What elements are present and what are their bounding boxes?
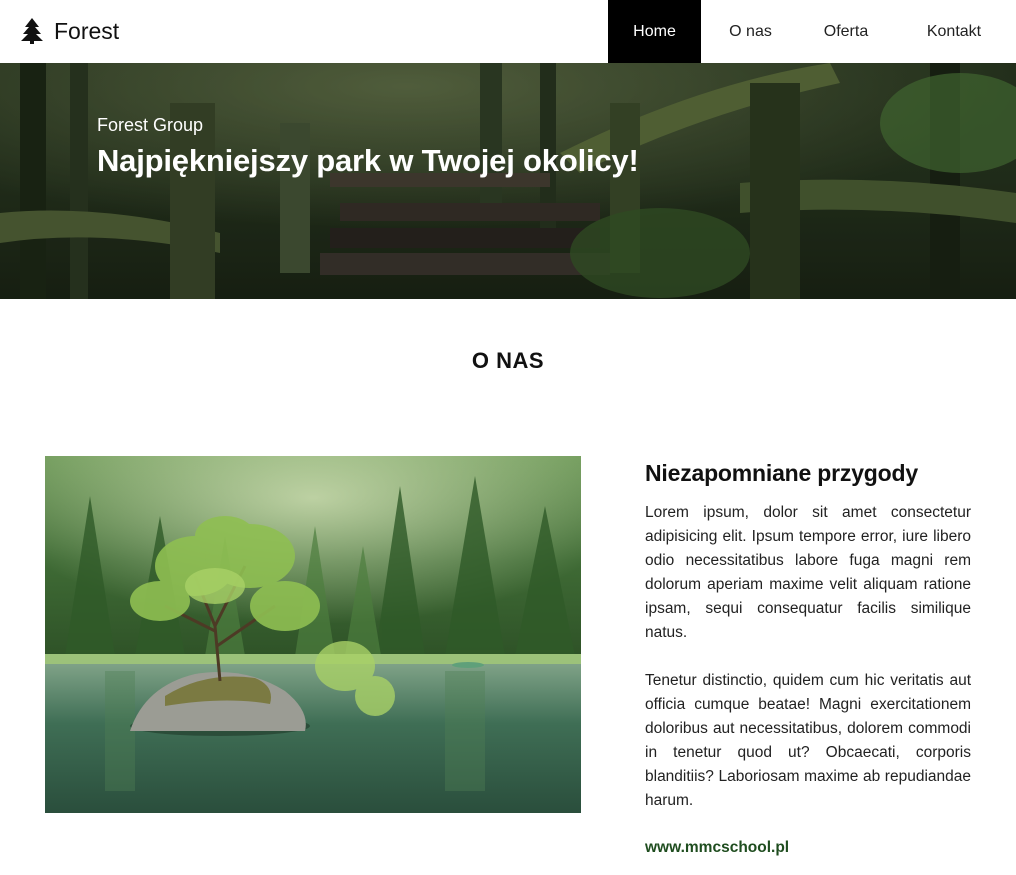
nav-home-link[interactable]: Home [608, 0, 701, 63]
about-paragraph-1: Lorem ipsum, dolor sit amet consectetur … [645, 504, 971, 641]
nav-offer-link[interactable]: Oferta [800, 0, 892, 63]
lake-island-photo [45, 456, 581, 813]
brand-logo[interactable]: Forest [20, 14, 119, 48]
nav-contact-link[interactable]: Kontakt [892, 0, 1016, 63]
brand-name: Forest [54, 17, 120, 44]
section-title: O NAS [471, 348, 545, 373]
about-paragraph-2: Tenetur distinctio, quidem cum hic verit… [645, 672, 971, 809]
about-content: Niezapomniane przygody Lorem ipsum, dolo… [645, 460, 971, 857]
website-link[interactable]: www.mmcschool.pl [645, 839, 789, 857]
hero-title: Najpiękniejszy park w Twojej okolicy! [97, 143, 639, 178]
hero-subtitle: Forest Group [97, 115, 204, 135]
about-heading: Niezapomniane przygody [645, 460, 918, 486]
hero-forest-image [0, 63, 1016, 299]
top-navbar: Forest Home O nas Oferta Kontakt [0, 0, 1016, 63]
nav-about-link[interactable]: O nas [701, 0, 800, 63]
hero-banner: Forest Group Najpiękniejszy park w Twoje… [0, 63, 1016, 299]
main-menu: Home O nas Oferta Kontakt [608, 0, 1016, 63]
pine-tree-icon [21, 18, 43, 44]
